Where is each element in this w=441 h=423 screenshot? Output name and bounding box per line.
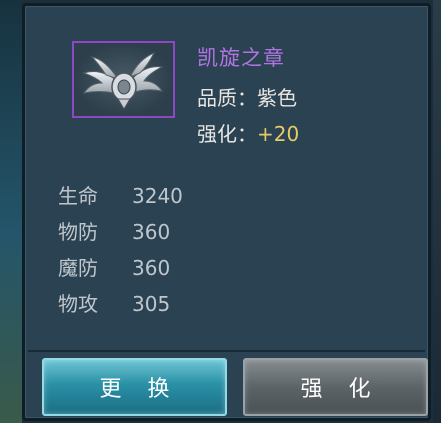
stat-label: 物攻	[58, 292, 98, 316]
enhance-button[interactable]: 强化	[243, 358, 428, 416]
background-scene-right	[433, 0, 441, 423]
divider	[28, 350, 425, 352]
stat-value: 3240	[132, 184, 183, 208]
stat-row: 物防 360	[58, 216, 170, 245]
stat-row: 魔防 360	[58, 252, 170, 281]
quality-value: 紫色	[257, 86, 297, 110]
item-name: 凯旋之章	[197, 46, 285, 70]
stat-value: 305	[132, 292, 171, 316]
item-icon-frame[interactable]	[72, 41, 175, 118]
stat-value: 360	[132, 256, 171, 280]
background-scene-left	[0, 0, 22, 423]
stat-label: 魔防	[58, 256, 98, 280]
stat-row: 生命 3240	[58, 180, 183, 209]
stat-label: 生命	[58, 184, 98, 208]
stat-label: 物防	[58, 220, 98, 244]
item-quality: 品质：紫色	[197, 82, 297, 111]
stat-value: 360	[132, 220, 171, 244]
equipment-info-panel: 凯旋之章 品质：紫色 强化：+20 生命 3240 物防 360 魔防 360 物攻 3…	[22, 3, 431, 421]
winged-medal-icon	[82, 52, 164, 110]
stat-row: 物攻 305	[58, 288, 170, 317]
swap-button[interactable]: 更换	[42, 358, 227, 416]
enhance-label: 强化：	[197, 122, 257, 146]
enhance-value: +20	[257, 122, 300, 146]
quality-label: 品质：	[197, 86, 257, 110]
item-enhance-level: 强化：+20	[197, 118, 299, 147]
